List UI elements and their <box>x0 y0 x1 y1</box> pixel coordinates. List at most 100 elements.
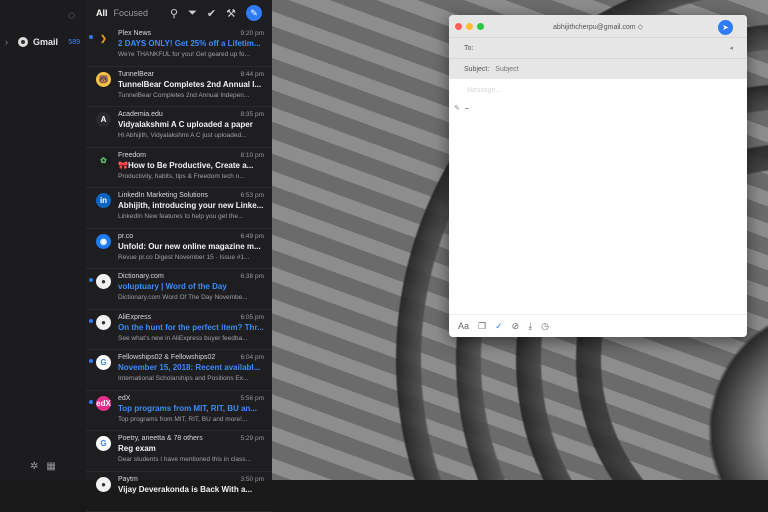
expand-recipients-icon[interactable]: ◂ <box>729 44 733 52</box>
unread-dot-icon <box>89 319 93 323</box>
message-time: 6:04 pm <box>241 354 265 361</box>
message-time: 3:50 pm <box>241 476 265 483</box>
sender-avatar: A <box>96 112 111 127</box>
sender-name: Paytm <box>118 476 138 483</box>
message-subject: Abhijith, introducing your new Linke... <box>118 201 264 210</box>
message-row[interactable]: ● Paytm 3:50 pm Vijay Deverakonda is Back W… <box>86 472 272 512</box>
schedule-icon[interactable]: ◷ <box>541 321 549 332</box>
message-row[interactable]: 🐻 TunnelBear 8:44 pm TunnelBear Completes 2… <box>86 67 272 108</box>
sidebar-footer: ✲ ▦ <box>30 461 56 472</box>
sender-name: pr.co <box>118 233 133 240</box>
calendar-icon[interactable]: ▦ <box>46 461 55 472</box>
account-avatar <box>18 37 28 47</box>
sender-avatar: ✿ <box>96 153 111 168</box>
tab-focused[interactable]: Focused <box>114 8 149 18</box>
chevron-right-icon[interactable]: › <box>5 37 15 47</box>
filter-icon[interactable]: ⏷ <box>188 7 197 20</box>
message-subject: November 15, 2018: Recent availabl... <box>118 363 264 372</box>
message-preview: We're THANKFUL for you! Get geared up fo… <box>118 51 264 58</box>
sender-name: Freedom <box>118 152 146 159</box>
message-subject: 2 DAYS ONLY! Get 25% off a Lifetim... <box>118 39 264 48</box>
message-time: 8:44 pm <box>241 71 265 78</box>
list-toolbar: All Focused ⚲ ⏷ ✔︎ ⚒ ✎ <box>86 0 272 26</box>
account-item-gmail[interactable]: › Gmail 589 <box>0 34 86 50</box>
message-row[interactable]: ● Dictionary.com 6:38 pm voluptuary | Word … <box>86 269 272 310</box>
message-row[interactable]: GPoetry, aneetta & 78 others5:29 pmReg e… <box>86 431 272 472</box>
sender-name: TunnelBear <box>118 71 154 78</box>
message-row[interactable]: ❯ Plex News 9:20 pm 2 DAYS ONLY! Get 25% of… <box>86 26 272 67</box>
message-preview: International Scholarships and Positions… <box>118 375 264 382</box>
message-subject: On the hunt for the perfect item? Thr... <box>118 323 264 332</box>
search-icon[interactable]: ⚲ <box>170 7 178 20</box>
message-time: 5:56 pm <box>241 395 265 402</box>
template-icon[interactable]: ❐ <box>478 321 486 332</box>
message-time: 8:10 pm <box>241 152 265 159</box>
message-row[interactable]: GFellowships02 & Fellowships026:04 pmNov… <box>86 350 272 391</box>
message-time: 6:38 pm <box>241 273 265 280</box>
attachment-icon[interactable]: ⊘ <box>512 321 520 332</box>
unread-dot-icon <box>89 278 93 282</box>
signature-text: – <box>465 105 469 112</box>
sender-name: Poetry, aneetta & 78 others <box>118 435 203 442</box>
signature-edit-icon[interactable]: ✎ <box>454 104 460 112</box>
subject-field[interactable] <box>493 65 717 74</box>
to-row: To: ◂ <box>449 37 747 58</box>
message-preview: LinkedIn New features to help you get th… <box>118 213 264 220</box>
sender-avatar: 🐻 <box>96 72 111 87</box>
message-list: All Focused ⚲ ⏷ ✔︎ ⚒ ✎ ❯ Plex News 9:20 pm… <box>86 0 272 480</box>
message-preview: Hi Abhijith, Vidyalakshmi A C just uploa… <box>118 132 264 139</box>
message-row[interactable]: AAcademia.edu8:35 pmVidyalakshmi A C upl… <box>86 107 272 148</box>
sender-avatar: ● <box>96 274 111 289</box>
message-time: 5:29 pm <box>241 435 265 442</box>
accounts-sidebar: ◌ › Gmail 589 ✲ ▦ <box>0 0 87 480</box>
magic-wand-icon[interactable]: ⚒ <box>226 7 236 20</box>
message-subject: Vijay Deverakonda is Back With a... <box>118 485 264 494</box>
sender-avatar: ● <box>96 477 111 492</box>
subject-row: Subject: <box>449 58 747 79</box>
from-account[interactable]: abhijithcherpu@gmail.com ◇ <box>449 23 747 31</box>
message-preview: Revue pr.co Digest November 15 · Issue #… <box>118 254 264 261</box>
message-time: 9:20 pm <box>241 30 265 37</box>
sender-name: LinkedIn Marketing Solutions <box>118 192 208 199</box>
message-time: 6:05 pm <box>241 314 265 321</box>
sync-icon[interactable]: ◌ <box>68 8 75 22</box>
sender-name: Dictionary.com <box>118 273 164 280</box>
sender-avatar: G <box>96 436 111 451</box>
sender-avatar: in <box>96 193 111 208</box>
sender-avatar: ❯ <box>96 31 111 46</box>
tab-all[interactable]: All <box>96 8 108 18</box>
message-row[interactable]: ◉pr.co6:49 pmUnfold: Our new online maga… <box>86 229 272 270</box>
mark-all-read-icon[interactable]: ✔︎ <box>207 7 216 20</box>
message-preview: Productivity, habits, tips & Freedom tec… <box>118 173 264 180</box>
message-subject: Vidyalakshmi A C uploaded a paper <box>118 120 264 129</box>
message-preview: Dictionary.com Word Of The Day Novembe..… <box>118 294 264 301</box>
download-icon[interactable]: ⤓ <box>528 321 532 332</box>
sender-name: edX <box>118 395 130 402</box>
to-field[interactable] <box>477 44 721 53</box>
message-preview: Dear students I have mentioned this in c… <box>118 456 264 463</box>
message-subject: 🎀How to Be Productive, Create a... <box>118 161 264 170</box>
message-subject: TunnelBear Completes 2nd Annual I... <box>118 80 264 89</box>
sender-avatar: ◉ <box>96 234 111 249</box>
subject-label: Subject: <box>464 66 489 73</box>
sender-name: Academia.edu <box>118 111 163 118</box>
sender-name: Plex News <box>118 30 151 37</box>
sender-avatar: G <box>96 355 111 370</box>
compose-button[interactable]: ✎ <box>246 5 262 21</box>
message-subject: voluptuary | Word of the Day <box>118 282 264 291</box>
send-button[interactable]: ➤ <box>718 20 733 35</box>
format-text-icon[interactable]: Aa <box>458 321 469 331</box>
message-body[interactable]: Message... ✎ – <box>449 79 747 304</box>
message-row[interactable]: ●AliExpress6:05 pmOn the hunt for the pe… <box>86 310 272 351</box>
unread-dot-icon <box>89 400 93 404</box>
sender-name: AliExpress <box>118 314 151 321</box>
compose-titlebar: abhijithcherpu@gmail.com ◇ ➤ <box>449 15 747 37</box>
message-time: 6:49 pm <box>241 233 265 240</box>
message-row[interactable]: inLinkedIn Marketing Solutions6:53 pmAbh… <box>86 188 272 229</box>
message-preview: See what's new in AliExpress buyer feedb… <box>118 335 264 342</box>
message-row[interactable]: ✿ Freedom 8:10 pm 🎀How to Be Productive, Cr… <box>86 148 272 189</box>
settings-icon[interactable]: ✲ <box>30 461 38 472</box>
read-receipt-icon[interactable]: ✓ <box>495 321 503 332</box>
account-name: Gmail <box>33 37 58 47</box>
message-row[interactable]: edXedX5:56 pmTop programs from MIT, RIT,… <box>86 391 272 432</box>
